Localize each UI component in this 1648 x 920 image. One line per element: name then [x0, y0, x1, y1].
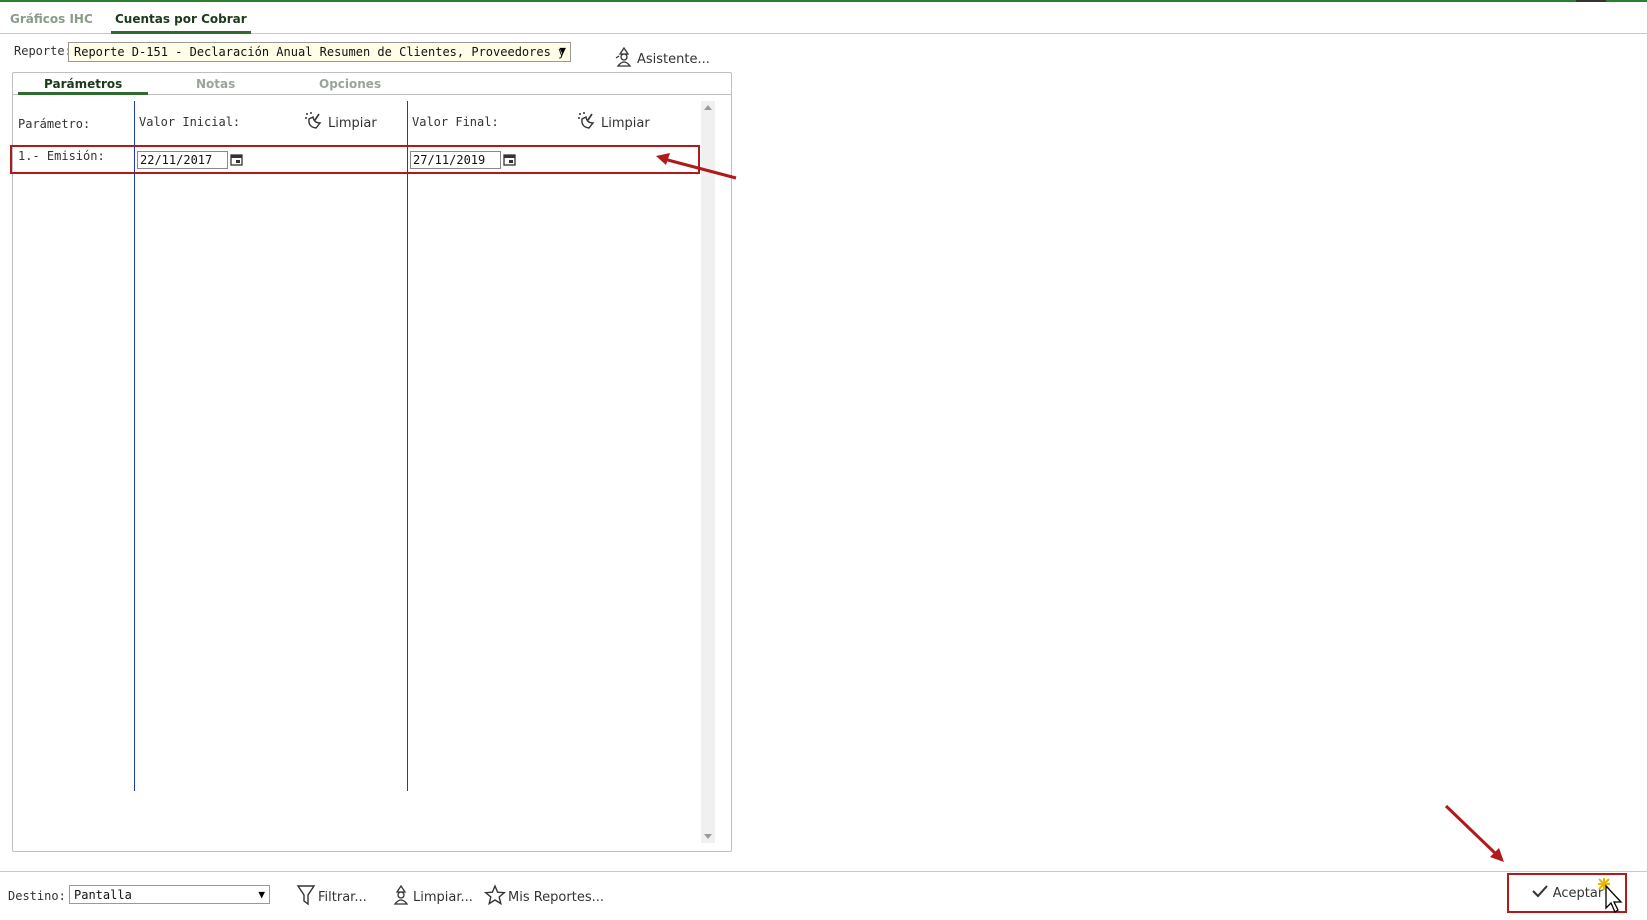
dropdown-arrow-icon: ▼: [559, 44, 566, 57]
mouse-cursor-icon: [1598, 878, 1623, 913]
star-icon: [483, 884, 507, 910]
tab-label: Gráficos IHC: [10, 12, 93, 26]
tab-parametros[interactable]: Parámetros: [18, 77, 149, 95]
destino-label: Destino:: [8, 889, 66, 903]
asistente-button[interactable]: Asistente...: [614, 46, 710, 72]
active-tab-indicator: [111, 31, 251, 34]
limpiar-label: Limpiar: [601, 115, 650, 131]
wizard-icon: [614, 46, 634, 72]
broom-icon: [577, 111, 597, 135]
scroll-up-arrow-icon[interactable]: [704, 105, 712, 110]
broom-icon: [304, 111, 324, 135]
reporte-select[interactable]: Reporte D-151 - Declaración Anual Resume…: [68, 42, 571, 62]
col-valor-final-header: Valor Final:: [412, 115, 499, 129]
tab-notas[interactable]: Notas: [196, 77, 235, 91]
tab-label: Parámetros: [44, 77, 123, 91]
tab-opciones[interactable]: Opciones: [319, 77, 381, 91]
mis-reportes-label: Mis Reportes...: [508, 889, 604, 905]
annotation-arrow-icon: [656, 153, 737, 180]
bottom-toolbar: Destino: Pantalla ▼ Filtrar... Limpiar..…: [0, 871, 1647, 920]
parametros-panel: Parámetros Notas Opciones Parámetro: Val…: [12, 72, 732, 852]
asistente-label: Asistente...: [637, 51, 710, 67]
dropdown-arrow-icon: ▼: [258, 888, 265, 901]
reporte-label: Reporte:: [14, 44, 72, 58]
filter-icon: [296, 884, 316, 910]
destino-select[interactable]: Pantalla ▼: [69, 885, 270, 904]
checkmark-icon: [1531, 884, 1549, 902]
limpiar-bottom-button[interactable]: Limpiar...: [391, 884, 473, 910]
tab-cuentas-por-cobrar[interactable]: Cuentas por Cobrar: [111, 12, 251, 34]
limpiar-label: Limpiar...: [413, 889, 473, 905]
limpiar-inicial-button[interactable]: Limpiar: [304, 111, 377, 135]
limpiar-label: Limpiar: [328, 115, 377, 131]
column-divider: [134, 101, 135, 791]
col-valor-inicial-header: Valor Inicial:: [139, 115, 241, 129]
tab-label: Notas: [196, 77, 236, 91]
col-parametro-header: Parámetro:: [18, 117, 91, 131]
reporte-selected-value: Reporte D-151 - Declaración Anual Resume…: [74, 45, 571, 59]
tab-label: Cuentas por Cobrar: [115, 12, 247, 26]
inner-tab-bar: Parámetros Notas Opciones: [13, 73, 731, 95]
mis-reportes-button[interactable]: Mis Reportes...: [483, 884, 604, 910]
destino-selected-value: Pantalla: [74, 888, 132, 902]
app-window: Gráficos IHC Cuentas por Cobrar Reporte:…: [0, 0, 1648, 920]
filtrar-button[interactable]: Filtrar...: [296, 884, 367, 910]
row-highlight-annotation: [10, 145, 700, 174]
active-tab-indicator: [18, 92, 149, 95]
filtrar-label: Filtrar...: [318, 889, 367, 905]
wizard-icon: [391, 884, 411, 910]
aceptar-label: Aceptar: [1552, 885, 1604, 901]
tab-label: Opciones: [319, 77, 382, 91]
vertical-scrollbar[interactable]: [701, 101, 715, 843]
column-divider: [407, 101, 408, 791]
tab-graficos-ihc[interactable]: Gráficos IHC: [10, 12, 93, 26]
limpiar-final-button[interactable]: Limpiar: [577, 111, 650, 135]
top-tab-bar: Gráficos IHC Cuentas por Cobrar: [0, 2, 1648, 34]
annotation-arrow-icon: [1444, 804, 1504, 862]
scroll-down-arrow-icon[interactable]: [704, 834, 712, 839]
